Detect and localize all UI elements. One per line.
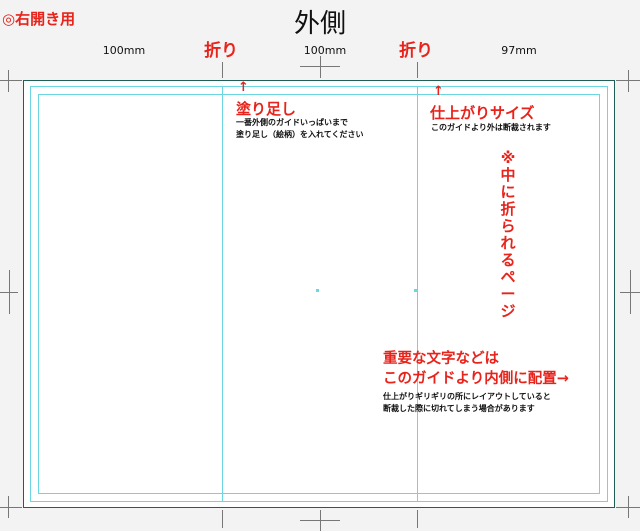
center-mark xyxy=(316,289,319,292)
panel-width-right: 97mm xyxy=(501,44,537,57)
fold-label-left: 折り xyxy=(204,41,238,61)
trim-title: 仕上がりサイズ xyxy=(430,104,535,122)
bleed-description-line: 一番外側のガイドいっぱいまで xyxy=(236,118,348,127)
safe-area-title-line: このガイドより内側に配置→ xyxy=(383,371,569,387)
panel-width-center: 100mm xyxy=(303,44,347,57)
safe-area-description-line: 断裁した際に切れてしまう場合があります xyxy=(383,404,535,413)
fold-guide-left xyxy=(222,86,223,502)
safe-area-title: 重要な文字などは このガイドより内側に配置→ xyxy=(383,349,613,389)
bleed-title: 塗り足し xyxy=(236,100,297,118)
trim-sheet xyxy=(23,80,615,508)
inner-fold-note: ※中に折られるページ xyxy=(500,149,516,320)
safe-area-title-line: 重要な文字などは xyxy=(383,351,499,367)
panel-width-left: 100mm xyxy=(102,44,146,57)
center-mark xyxy=(414,289,417,292)
page-title: 外側 xyxy=(293,9,346,39)
fold-label-right: 折り xyxy=(399,41,433,61)
bleed-description-line: 塗り足し（絵柄）を入れてください xyxy=(236,130,364,139)
trim-description: このガイドより外は断裁されます xyxy=(431,123,551,132)
trim-arrow: ↑ xyxy=(433,84,444,99)
safe-area-description: 仕上がりギリギリの所にレイアウトしていると 断裁した際に切れてしまう場合がありま… xyxy=(383,391,613,415)
bleed-description: 一番外側のガイドいっぱいまで 塗り足し（絵柄）を入れてください xyxy=(236,117,416,141)
bleed-arrow: ↑ xyxy=(238,80,249,95)
fold-guide-right xyxy=(417,86,418,502)
safe-area-description-line: 仕上がりギリギリの所にレイアウトしていると xyxy=(383,392,551,401)
